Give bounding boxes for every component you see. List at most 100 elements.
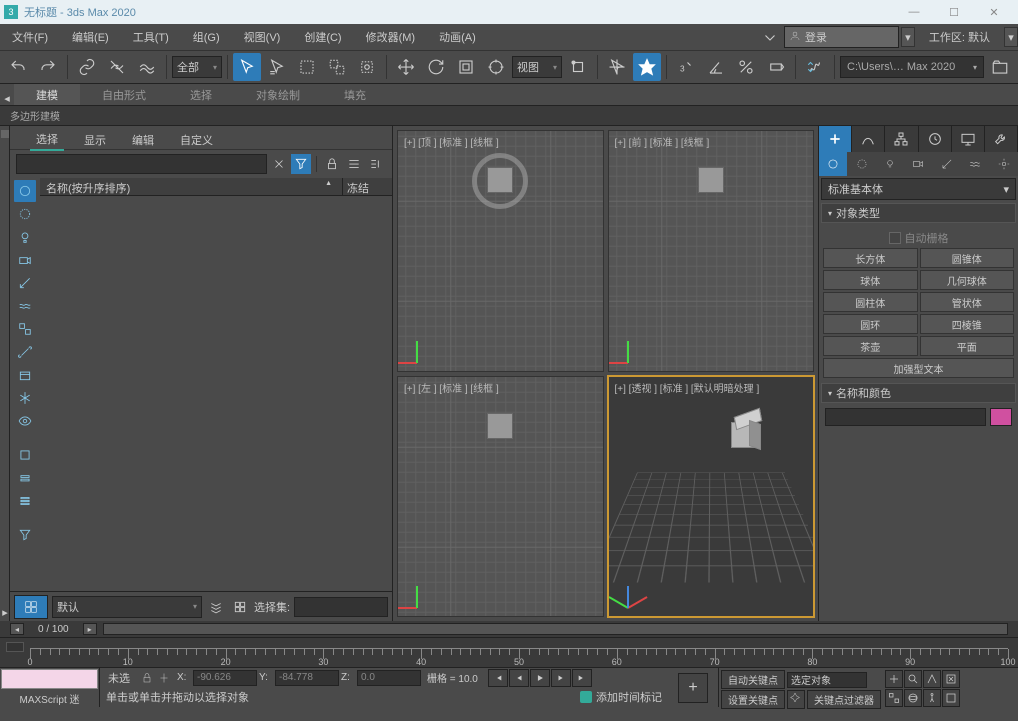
viewport-label[interactable]: [+] [顶 ] [标准 ] [线框 ]: [404, 134, 499, 149]
cameras-subtab[interactable]: [904, 152, 932, 176]
layer-combo[interactable]: 默认▾: [52, 596, 202, 618]
workspace-arrow[interactable]: ▾: [1004, 27, 1018, 47]
goto-start-button[interactable]: [488, 669, 508, 687]
pan-view-button[interactable]: [885, 670, 903, 688]
link-button[interactable]: [73, 53, 101, 81]
primitive-button-4[interactable]: 圆柱体: [823, 292, 918, 312]
primitive-button-1[interactable]: 圆锥体: [920, 248, 1015, 268]
manipulate-button[interactable]: [603, 53, 631, 81]
category-combo[interactable]: 标准基本体▾: [821, 178, 1016, 200]
container-filter-icon[interactable]: [14, 364, 36, 386]
ribbon-tab-2[interactable]: 选择: [168, 84, 234, 105]
menu-2[interactable]: 工具(T): [121, 24, 181, 50]
angle-snap-button[interactable]: [702, 53, 730, 81]
frozen-filter-icon[interactable]: [14, 387, 36, 409]
add-time-tag-button[interactable]: 添加时间标记: [580, 689, 662, 705]
percent-snap-button[interactable]: [732, 53, 760, 81]
spacewarps-subtab[interactable]: [961, 152, 989, 176]
view-options-button[interactable]: [344, 154, 364, 174]
scene-tab-custom[interactable]: 自定义: [174, 130, 219, 150]
next-frame-button[interactable]: [551, 669, 571, 687]
toggle-2-icon[interactable]: [14, 467, 36, 489]
create-tab[interactable]: [819, 126, 852, 152]
placement-button[interactable]: [482, 53, 510, 81]
menu-1[interactable]: 编辑(E): [60, 24, 121, 50]
ribbon-tab-4[interactable]: 填充: [322, 84, 388, 105]
primitive-button-9[interactable]: 平面: [920, 336, 1015, 356]
bone-filter-icon[interactable]: [14, 341, 36, 363]
ribbon-tab-0[interactable]: 建模: [14, 84, 80, 105]
geometry-subtab[interactable]: [819, 152, 847, 176]
curve-editor-button[interactable]: [801, 53, 829, 81]
pivot-center-button[interactable]: [564, 53, 592, 81]
primitive-button-7[interactable]: 四棱锥: [920, 314, 1015, 334]
ribbon-tab-1[interactable]: 自由形式: [80, 84, 168, 105]
path-config-button[interactable]: [986, 53, 1014, 81]
select-object-button[interactable]: [233, 53, 261, 81]
light-filter-icon[interactable]: [14, 226, 36, 248]
scene-search-input[interactable]: [16, 154, 267, 174]
menu-3[interactable]: 组(G): [181, 24, 232, 50]
selection-filter-combo[interactable]: 全部▾: [172, 56, 222, 78]
primitive-button-8[interactable]: 茶壶: [823, 336, 918, 356]
menu-4[interactable]: 视图(V): [232, 24, 293, 50]
primitive-button-6[interactable]: 圆环: [823, 314, 918, 334]
snaps-toggle-button[interactable]: 3: [672, 53, 700, 81]
crossing-selection-button[interactable]: [353, 53, 381, 81]
viewport-0[interactable]: [+] [顶 ] [标准 ] [线框 ]: [397, 130, 604, 372]
reference-coord-combo[interactable]: 视图▾: [512, 56, 562, 78]
scene-list-header[interactable]: 名称(按升序排序)▲ 冻结: [40, 178, 392, 196]
lock-toggle-button[interactable]: [322, 154, 342, 174]
lock-selection-button[interactable]: [139, 670, 155, 686]
primitive-button-3[interactable]: 几何球体: [920, 270, 1015, 290]
primitive-button-5[interactable]: 管状体: [920, 292, 1015, 312]
y-coord-input[interactable]: -84.778: [275, 670, 339, 686]
viewport-2[interactable]: [+] [左 ] [标准 ] [线框 ]: [397, 376, 604, 618]
goto-end-button[interactable]: [572, 669, 592, 687]
left-dock-strip[interactable]: ▸: [0, 126, 10, 621]
camera-filter-icon[interactable]: [14, 249, 36, 271]
viewport-label[interactable]: [+] [透视 ] [标准 ] [默认明暗处理 ]: [615, 380, 760, 395]
maximize-button[interactable]: ☐: [934, 0, 974, 24]
maximize-viewport-button[interactable]: [942, 689, 960, 707]
modify-tab[interactable]: [852, 126, 885, 152]
ribbon-tab-3[interactable]: 对象绘制: [234, 84, 322, 105]
object-type-rollout-header[interactable]: 对象类型: [821, 203, 1016, 223]
hidden-filter-icon[interactable]: [14, 410, 36, 432]
primitive-button-2[interactable]: 球体: [823, 270, 918, 290]
maxscript-listener[interactable]: [1, 669, 98, 689]
trackbar[interactable]: 0102030405060708090100: [0, 637, 1018, 667]
scene-tab-select[interactable]: 选择: [30, 129, 64, 151]
systems-subtab[interactable]: [990, 152, 1018, 176]
toggle-1-icon[interactable]: [14, 444, 36, 466]
undo-button[interactable]: [4, 53, 32, 81]
viewport-layout-button[interactable]: [14, 595, 48, 619]
viewport-label[interactable]: [+] [前 ] [标准 ] [线框 ]: [615, 134, 710, 149]
hierarchy-tab[interactable]: [885, 126, 918, 152]
workspace-selector[interactable]: 工作区: 默认: [921, 26, 998, 48]
primitive-button-10[interactable]: 加强型文本: [823, 358, 1014, 378]
timeslider-prev-button[interactable]: ◂: [10, 623, 24, 635]
viewport-1[interactable]: [+] [前 ] [标准 ] [线框 ]: [608, 130, 815, 372]
shapes-subtab[interactable]: [847, 152, 875, 176]
group-filter-icon[interactable]: [14, 318, 36, 340]
key-filters-button[interactable]: 关键点过滤器: [807, 690, 881, 709]
menu-5[interactable]: 创建(C): [292, 24, 353, 50]
timeslider-next-button[interactable]: ▸: [83, 623, 97, 635]
sort-filter-icon[interactable]: [14, 524, 36, 546]
prev-frame-button[interactable]: [509, 669, 529, 687]
clear-search-button[interactable]: [269, 154, 289, 174]
x-coord-input[interactable]: -90.626: [193, 670, 257, 686]
login-dropdown[interactable]: 登录: [784, 26, 899, 48]
ribbon-collapse-button[interactable]: ◂: [0, 84, 14, 112]
minimize-button[interactable]: —: [894, 0, 934, 24]
play-button[interactable]: [530, 669, 550, 687]
walk-button[interactable]: [923, 689, 941, 707]
set-key-button[interactable]: +: [678, 673, 708, 703]
menu-0[interactable]: 文件(F): [0, 24, 60, 50]
scale-button[interactable]: [452, 53, 480, 81]
lights-subtab[interactable]: [876, 152, 904, 176]
geometry-filter-icon[interactable]: [14, 180, 36, 202]
menu-7[interactable]: 动画(A): [427, 24, 488, 50]
spacewarp-filter-icon[interactable]: [14, 295, 36, 317]
